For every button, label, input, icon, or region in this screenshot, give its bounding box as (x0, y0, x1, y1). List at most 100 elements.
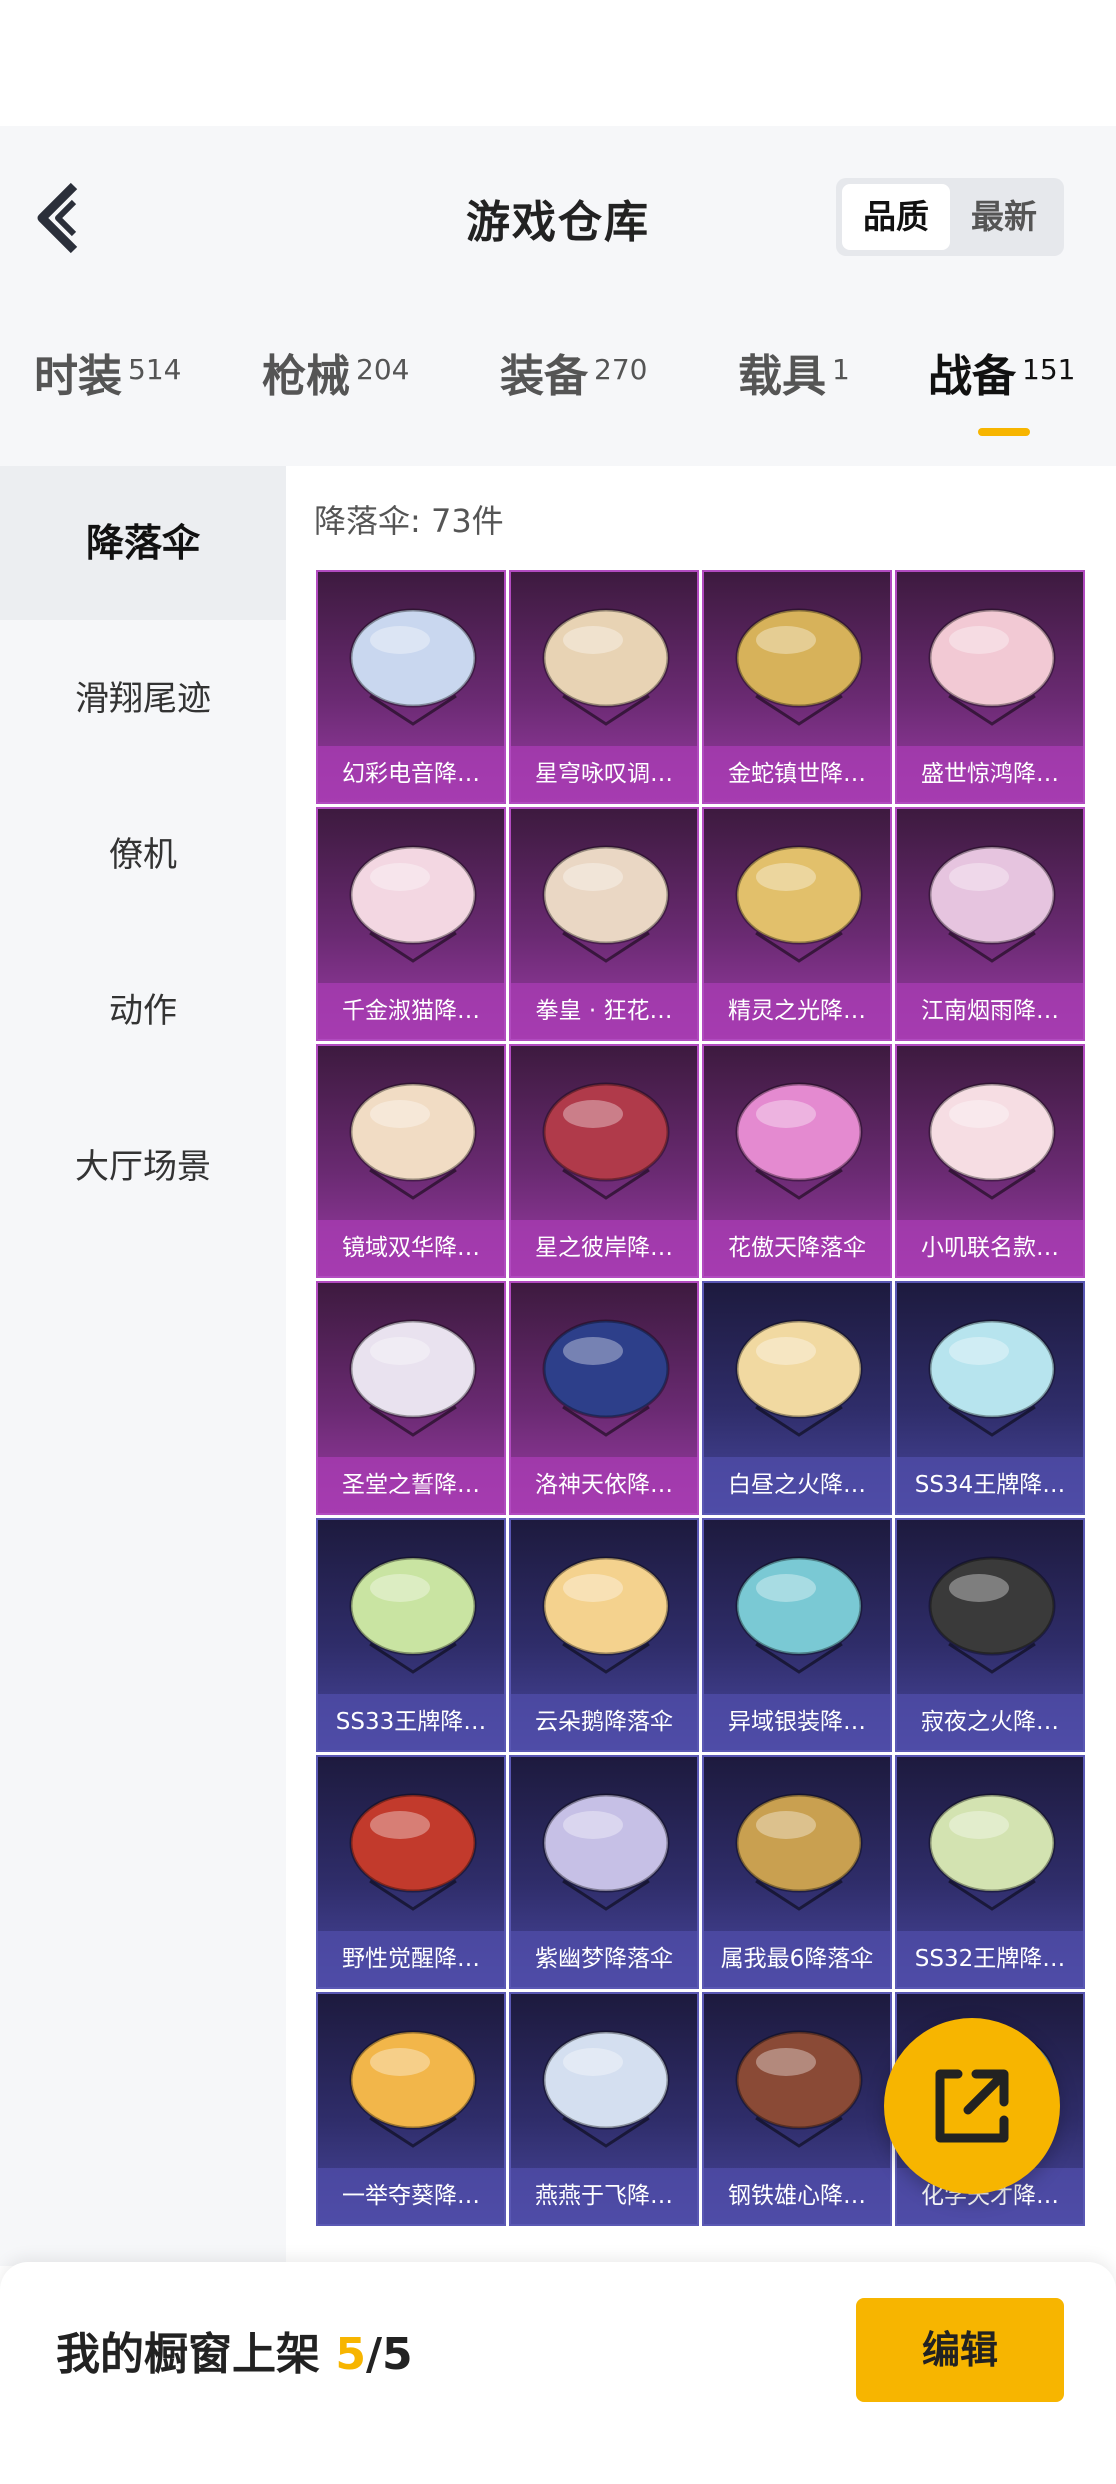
parachute-icon (735, 1082, 863, 1200)
showcase-label: 我的橱窗上架 (56, 2329, 320, 2380)
tab-fashion[interactable]: 时装 514 (34, 340, 181, 420)
parachute-icon (542, 1556, 670, 1674)
item-name: 小叽联名款… (897, 1220, 1083, 1276)
item-cell[interactable]: 一举夺葵降… (316, 1992, 506, 2226)
item-name: 精灵之光降… (704, 983, 890, 1039)
item-name: 钢铁雄心降… (704, 2168, 890, 2224)
tab-label: 战备 (928, 351, 1016, 402)
subcategory-sidebar: 降落伞 滑翔尾迹 僚机 动作 大厅场景 (0, 466, 286, 2266)
item-cell[interactable]: 星穹咏叹调… (509, 570, 699, 804)
parachute-icon (735, 1556, 863, 1674)
item-cell[interactable]: 小叽联名款… (895, 1044, 1085, 1278)
item-cell[interactable]: 金蛇镇世降… (702, 570, 892, 804)
tab-guns[interactable]: 枪械 204 (262, 340, 409, 420)
item-name: 一举夺葵降… (318, 2168, 504, 2224)
item-name: 寂夜之火降… (897, 1694, 1083, 1750)
item-cell[interactable]: 钢铁雄心降… (702, 1992, 892, 2226)
item-name: 拳皇 · 狂花… (511, 983, 697, 1039)
item-cell[interactable]: 盛世惊鸿降… (895, 570, 1085, 804)
item-cell[interactable]: SS33王牌降… (316, 1518, 506, 1752)
item-name: 江南烟雨降… (897, 983, 1083, 1039)
item-name: 属我最6降落伞 (704, 1931, 890, 1987)
item-name: 金蛇镇世降… (704, 746, 890, 802)
parachute-icon (349, 1793, 477, 1911)
parachute-icon (735, 2030, 863, 2148)
sidebar-item-wingman[interactable]: 僚机 (0, 778, 286, 932)
item-cell[interactable]: 属我最6降落伞 (702, 1755, 892, 1989)
item-name: 花傲天降落伞 (704, 1220, 890, 1276)
sidebar-item-emotes[interactable]: 动作 (0, 934, 286, 1088)
item-cell[interactable]: 精灵之光降… (702, 807, 892, 1041)
parachute-icon (349, 1556, 477, 1674)
parachute-icon (735, 608, 863, 726)
item-name: 紫幽梦降落伞 (511, 1931, 697, 1987)
item-name: SS32王牌降… (897, 1931, 1083, 1987)
edit-button[interactable]: 编辑 (856, 2298, 1064, 2402)
item-cell[interactable]: 燕燕于飞降… (509, 1992, 699, 2226)
item-cell[interactable]: 野性觉醒降… (316, 1755, 506, 1989)
tab-count: 514 (128, 353, 182, 386)
parachute-icon (735, 1793, 863, 1911)
item-name: 幻彩电音降… (318, 746, 504, 802)
tab-vehicles[interactable]: 载具 1 (738, 340, 850, 420)
item-cell[interactable]: 镜域双华降… (316, 1044, 506, 1278)
item-name: 盛世惊鸿降… (897, 746, 1083, 802)
tab-readiness[interactable]: 战备 151 (928, 340, 1075, 420)
sidebar-item-parachute[interactable]: 降落伞 (0, 466, 286, 620)
item-name: 镜域双华降… (318, 1220, 504, 1276)
item-name: 燕燕于飞降… (511, 2168, 697, 2224)
item-name: 野性觉醒降… (318, 1931, 504, 1987)
bottom-bar: 我的橱窗上架 5/5 编辑 (0, 2262, 1116, 2484)
tab-label: 时装 (34, 351, 122, 402)
parachute-icon (928, 845, 1056, 963)
parachute-icon (928, 1082, 1056, 1200)
parachute-icon (349, 2030, 477, 2148)
showcase-total: /5 (365, 2329, 413, 2380)
item-cell[interactable]: 异域银装降… (702, 1518, 892, 1752)
item-cell[interactable]: 紫幽梦降落伞 (509, 1755, 699, 1989)
parachute-icon (928, 608, 1056, 726)
item-cell[interactable]: 洛神天依降… (509, 1281, 699, 1515)
item-content: 降落伞: 73件 幻彩电音降… 星穹咏叹调… 金蛇镇世降… 盛世惊鸿降… 千金淑猫降… 拳… (286, 466, 1116, 2266)
item-cell[interactable]: 白昼之火降… (702, 1281, 892, 1515)
item-name: SS33王牌降… (318, 1694, 504, 1750)
sidebar-item-lobby-scene[interactable]: 大厅场景 (0, 1090, 286, 1244)
item-name: 异域银装降… (704, 1694, 890, 1750)
parachute-icon (928, 1556, 1056, 1674)
item-cell[interactable]: 千金淑猫降… (316, 807, 506, 1041)
item-name: 星穹咏叹调… (511, 746, 697, 802)
sort-quality-button[interactable]: 品质 (842, 184, 950, 250)
item-cell[interactable]: 圣堂之誓降… (316, 1281, 506, 1515)
tab-label: 装备 (500, 351, 588, 402)
item-count-label: 降落伞: 73件 (314, 502, 504, 540)
share-external-icon (935, 2069, 1009, 2143)
item-name: 圣堂之誓降… (318, 1457, 504, 1513)
item-name: SS34王牌降… (897, 1457, 1083, 1513)
tab-count: 151 (1022, 353, 1076, 386)
item-cell[interactable]: SS32王牌降… (895, 1755, 1085, 1989)
item-cell[interactable]: SS34王牌降… (895, 1281, 1085, 1515)
sort-newest-button[interactable]: 最新 (950, 184, 1058, 250)
sidebar-item-glide-trail[interactable]: 滑翔尾迹 (0, 622, 286, 776)
item-cell[interactable]: 拳皇 · 狂花… (509, 807, 699, 1041)
parachute-icon (735, 1319, 863, 1437)
item-name: 千金淑猫降… (318, 983, 504, 1039)
item-cell[interactable]: 花傲天降落伞 (702, 1044, 892, 1278)
share-fab[interactable] (884, 2018, 1060, 2194)
tab-count: 1 (832, 353, 850, 386)
tab-label: 枪械 (262, 351, 350, 402)
parachute-icon (542, 845, 670, 963)
item-cell[interactable]: 寂夜之火降… (895, 1518, 1085, 1752)
tab-equipment[interactable]: 装备 270 (500, 340, 647, 420)
parachute-icon (349, 1082, 477, 1200)
category-tabs: 时装 514 枪械 204 装备 270 载具 1 战备 151 (0, 340, 1116, 440)
item-cell[interactable]: 江南烟雨降… (895, 807, 1085, 1041)
parachute-icon (542, 1793, 670, 1911)
item-name: 云朵鹅降落伞 (511, 1694, 697, 1750)
item-cell[interactable]: 星之彼岸降… (509, 1044, 699, 1278)
item-cell[interactable]: 云朵鹅降落伞 (509, 1518, 699, 1752)
showcase-status: 我的橱窗上架 5/5 (56, 2318, 413, 2382)
item-name: 星之彼岸降… (511, 1220, 697, 1276)
item-cell[interactable]: 幻彩电音降… (316, 570, 506, 804)
status-bar (0, 0, 1116, 126)
